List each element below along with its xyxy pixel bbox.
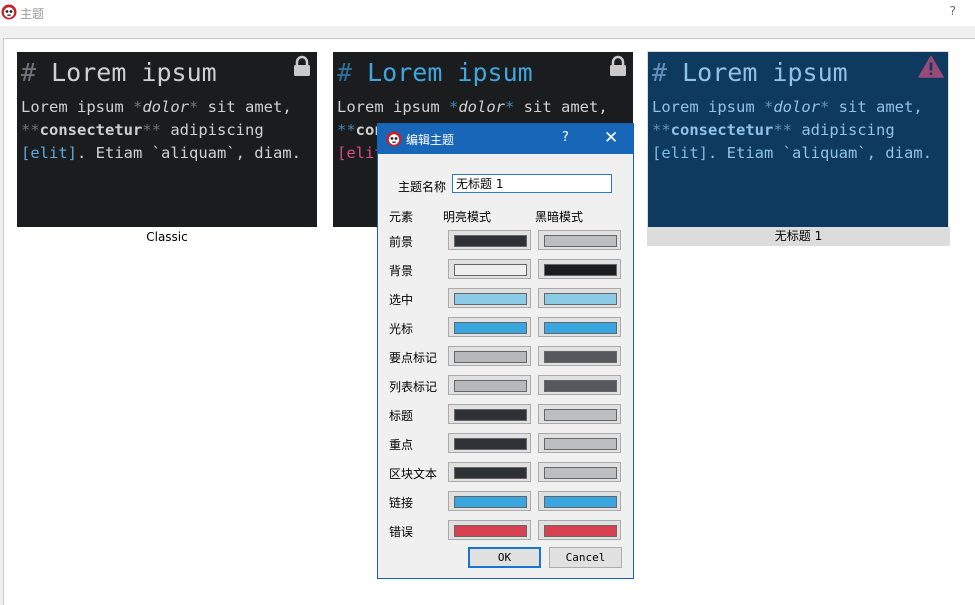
color-swatch (544, 525, 617, 537)
warning-icon (918, 55, 944, 81)
preview-body: Lorem ipsum *dolor* sit amet, **consecte… (21, 98, 301, 162)
emphasis-light-color-button[interactable] (448, 433, 531, 453)
theme-preview-untitled-1[interactable]: # Lorem ipsum Lorem ipsum *dolor* sit am… (648, 52, 948, 227)
color-swatch (544, 235, 617, 247)
dialog-close-button[interactable]: ✕ (604, 128, 618, 148)
row-label-link: 链接 (389, 496, 414, 510)
bullet-marker-light-color-button[interactable] (448, 346, 531, 366)
selection-dark-color-button[interactable] (538, 288, 621, 308)
heading-light-color-button[interactable] (448, 404, 531, 424)
window-titlebar: 主题 ? (0, 0, 975, 26)
theme-name-label: 主题名称 (398, 180, 447, 194)
column-header-element: 元素 (389, 210, 414, 224)
foreground-light-color-button[interactable] (448, 230, 531, 250)
row-label-heading: 标题 (389, 409, 414, 423)
column-header-light: 明亮模式 (443, 210, 492, 224)
foreground-dark-color-button[interactable] (538, 230, 621, 250)
color-swatch (454, 380, 527, 392)
edit-theme-dialog: 编辑主题 ? ✕ 主题名称 元素 明亮模式 黑暗模式 前景背景选中光标要点标记列… (377, 123, 634, 579)
color-swatch (454, 264, 527, 276)
theme-name-classic: Classic (146, 230, 188, 244)
color-swatch (454, 293, 527, 305)
color-swatch (454, 467, 527, 479)
link-light-color-button[interactable] (448, 491, 531, 511)
row-label-error: 错误 (389, 525, 414, 539)
dialog-title: 编辑主题 (406, 133, 455, 147)
color-swatch (454, 438, 527, 450)
row-label-selection: 选中 (389, 293, 414, 307)
block-text-light-color-button[interactable] (448, 462, 531, 482)
theme-name-input[interactable] (452, 174, 612, 193)
bullet-marker-dark-color-button[interactable] (538, 346, 621, 366)
heading-dark-color-button[interactable] (538, 404, 621, 424)
selection-light-color-button[interactable] (448, 288, 531, 308)
ok-button[interactable]: OK (468, 547, 541, 568)
background-light-color-button[interactable] (448, 259, 531, 279)
color-swatch (454, 496, 527, 508)
color-swatch (454, 525, 527, 537)
preview-heading: # Lorem ipsum (337, 58, 533, 87)
cursor-dark-color-button[interactable] (538, 317, 621, 337)
color-swatch (544, 322, 617, 334)
row-label-foreground: 前景 (389, 235, 414, 249)
column-header-dark: 黑暗模式 (535, 210, 584, 224)
window-title: 主题 (20, 7, 45, 21)
cancel-button[interactable]: Cancel (549, 547, 622, 568)
list-marker-light-color-button[interactable] (448, 375, 531, 395)
background-dark-color-button[interactable] (538, 259, 621, 279)
color-swatch (544, 351, 617, 363)
row-label-background: 背景 (389, 264, 414, 278)
app-logo-icon (386, 131, 402, 150)
row-label-block-text: 区块文本 (389, 467, 438, 481)
preview-body: Lorem ipsum *dolor* sit amet, **consecte… (652, 98, 932, 162)
color-swatch (544, 496, 617, 508)
color-swatch (544, 438, 617, 450)
block-text-dark-color-button[interactable] (538, 462, 621, 482)
error-light-color-button[interactable] (448, 520, 531, 540)
color-swatch (454, 351, 527, 363)
emphasis-dark-color-button[interactable] (538, 433, 621, 453)
color-swatch (454, 322, 527, 334)
app-logo-icon (1, 4, 17, 23)
preview-heading: # Lorem ipsum (21, 58, 217, 87)
cursor-light-color-button[interactable] (448, 317, 531, 337)
row-label-emphasis: 重点 (389, 438, 414, 452)
color-swatch (544, 467, 617, 479)
color-swatch (544, 293, 617, 305)
theme-name-untitled-1: 无标题 1 (647, 227, 950, 246)
error-dark-color-button[interactable] (538, 520, 621, 540)
row-label-bullet-marker: 要点标记 (389, 351, 438, 365)
list-marker-dark-color-button[interactable] (538, 375, 621, 395)
window-help-button[interactable]: ? (950, 4, 956, 18)
link-dark-color-button[interactable] (538, 491, 621, 511)
color-swatch (544, 409, 617, 421)
color-swatch (454, 235, 527, 247)
color-swatch (544, 264, 617, 276)
color-swatch (544, 380, 617, 392)
lock-icon (291, 55, 313, 80)
dialog-help-button[interactable]: ? (562, 130, 569, 145)
preview-heading: # Lorem ipsum (652, 58, 848, 87)
row-label-cursor: 光标 (389, 322, 414, 336)
dialog-titlebar: 编辑主题 ? ✕ (378, 124, 633, 154)
color-swatch (454, 409, 527, 421)
row-label-list-marker: 列表标记 (389, 380, 438, 394)
lock-icon (607, 55, 629, 80)
theme-preview-classic[interactable]: # Lorem ipsum Lorem ipsum *dolor* sit am… (17, 52, 317, 227)
